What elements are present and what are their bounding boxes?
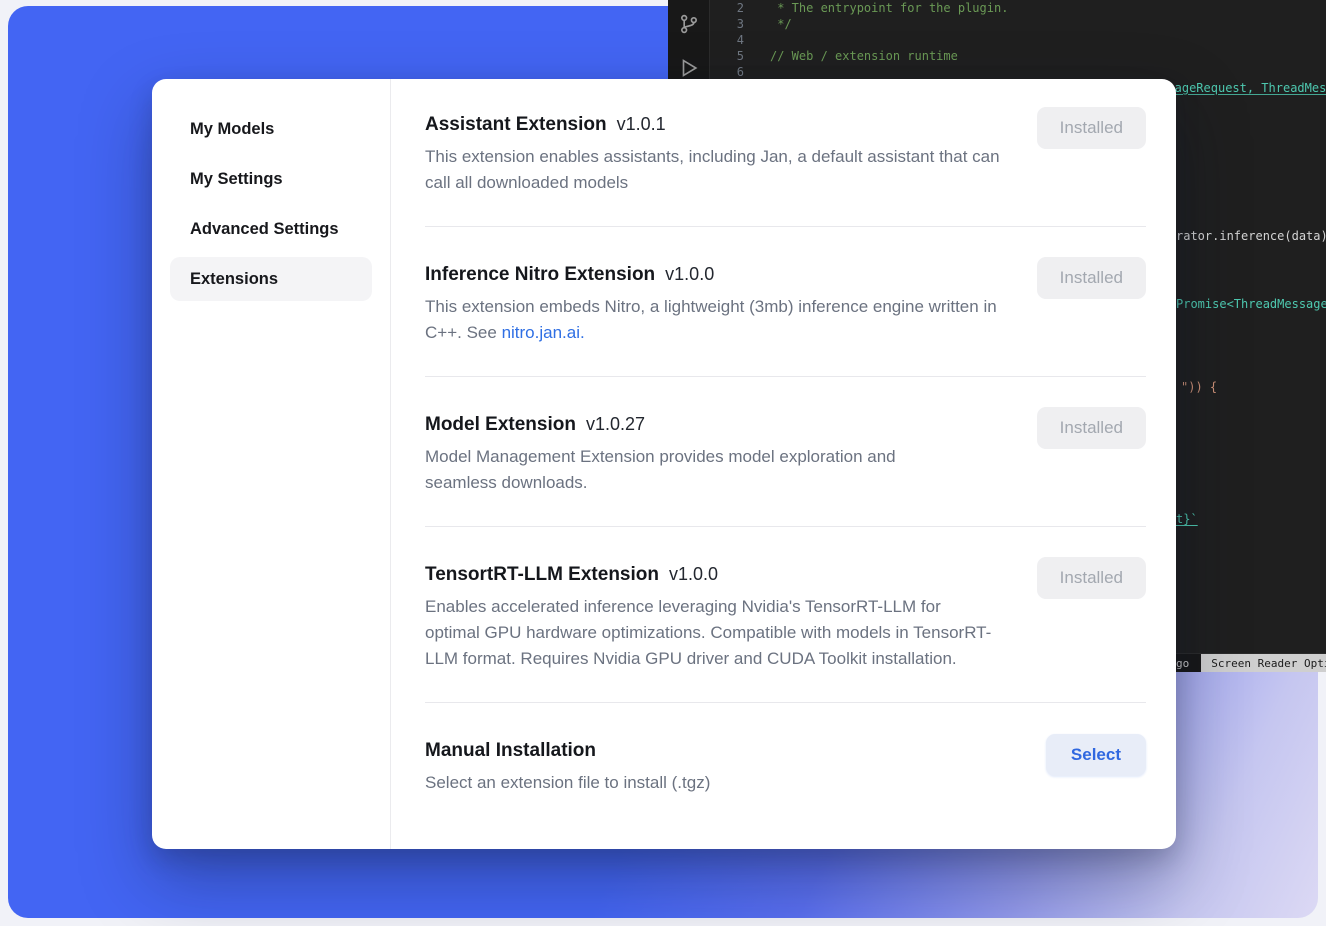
sidebar-item-my-settings[interactable]: My Settings: [170, 157, 372, 201]
settings-sidebar: My Models My Settings Advanced Settings …: [152, 79, 391, 849]
manual-installation-row: Manual Installation Select an extension …: [425, 703, 1146, 796]
installed-badge[interactable]: Installed: [1037, 107, 1146, 149]
code-line: 4: [710, 32, 1326, 48]
extension-description: This extension enables assistants, inclu…: [425, 144, 1000, 196]
code-fragment: rator.inference(data));: [1176, 228, 1326, 244]
settings-card: My Models My Settings Advanced Settings …: [152, 79, 1176, 849]
manual-installation-title: Manual Installation: [425, 738, 596, 764]
extension-row-inference-nitro: Inference Nitro Extension v1.0.0 This ex…: [425, 227, 1146, 377]
extension-version: v1.0.0: [669, 561, 718, 587]
nitro-jan-ai-link[interactable]: nitro.jan.ai.: [502, 323, 585, 342]
extension-row-tensorrt-llm: TensortRT-LLM Extension v1.0.0 Enables a…: [425, 527, 1146, 703]
sidebar-item-advanced-settings[interactable]: Advanced Settings: [170, 207, 372, 251]
extension-row-assistant: Assistant Extension v1.0.1 This extensio…: [425, 79, 1146, 227]
code-line: 3 */: [710, 16, 1326, 32]
code-area: 2 * The entrypoint for the plugin. 3 */ …: [710, 0, 1326, 80]
extension-row-model: Model Extension v1.0.27 Model Management…: [425, 377, 1146, 527]
extension-version: v1.0.0: [665, 261, 714, 287]
desktop: 2 * The entrypoint for the plugin. 3 */ …: [0, 0, 1326, 926]
screen-reader-badge[interactable]: Screen Reader Optimize: [1201, 654, 1326, 672]
extension-version: v1.0.1: [617, 111, 666, 137]
select-file-button[interactable]: Select: [1046, 734, 1146, 776]
line-number: 2: [710, 0, 744, 16]
manual-installation-description: Select an extension file to install (.tg…: [425, 770, 1000, 796]
extension-version: v1.0.27: [586, 411, 645, 437]
installed-badge[interactable]: Installed: [1037, 407, 1146, 449]
extension-title: Model Extension: [425, 412, 576, 438]
extension-title: TensortRT-LLM Extension: [425, 562, 659, 588]
extensions-panel: Assistant Extension v1.0.1 This extensio…: [391, 79, 1176, 849]
code-text: */: [770, 16, 792, 32]
code-fragment: t}`: [1176, 511, 1198, 527]
code-text: // Web / extension runtime: [770, 48, 958, 64]
code-line: 6 import {log, BaseExtension, MessageEve…: [710, 64, 1326, 80]
line-number: 6: [710, 64, 744, 80]
source-control-icon[interactable]: [677, 12, 701, 36]
sidebar-item-extensions[interactable]: Extensions: [170, 257, 372, 301]
installed-badge[interactable]: Installed: [1037, 257, 1146, 299]
extension-description: This extension embeds Nitro, a lightweig…: [425, 294, 1000, 346]
code-line: 2 * The entrypoint for the plugin.: [710, 0, 1326, 16]
extension-description: Enables accelerated inference leveraging…: [425, 594, 1000, 672]
run-debug-icon[interactable]: [677, 56, 701, 80]
status-item: go: [1176, 657, 1189, 670]
line-number: 4: [710, 32, 744, 48]
extension-description: Model Management Extension provides mode…: [425, 444, 925, 496]
line-number: 3: [710, 16, 744, 32]
extension-title: Inference Nitro Extension: [425, 262, 655, 288]
sidebar-item-my-models[interactable]: My Models: [170, 107, 372, 151]
installed-badge[interactable]: Installed: [1037, 557, 1146, 599]
code-fragment: Promise<ThreadMessage>: [1176, 296, 1326, 312]
line-number: 5: [710, 48, 744, 64]
code-fragment: ")) {: [1181, 379, 1217, 395]
code-line: 5 // Web / extension runtime: [710, 48, 1326, 64]
extension-title: Assistant Extension: [425, 112, 607, 138]
code-text: * The entrypoint for the plugin.: [770, 0, 1008, 16]
